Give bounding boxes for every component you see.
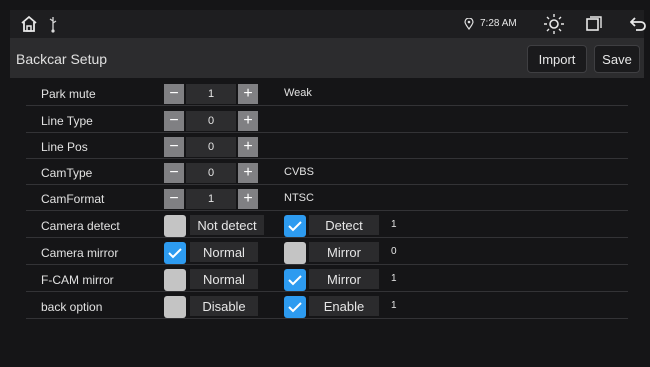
checkmark-icon	[288, 275, 302, 286]
count-value: 1	[391, 219, 397, 230]
checkbox[interactable]	[164, 215, 186, 237]
screen: 7:28 AM Backcar Setup Import Save Park m…	[0, 0, 650, 367]
setting-row-fcam-mirror: F-CAM mirror Normal Mirror 1	[26, 267, 628, 292]
checkmark-icon	[168, 248, 182, 259]
setting-label: CamType	[41, 166, 93, 180]
setting-row-camera-detect: Camera detect Not detect Detect 1	[26, 213, 628, 238]
setting-label: F-CAM mirror	[41, 273, 114, 287]
status-bar: 7:28 AM	[10, 10, 646, 39]
checkbox[interactable]	[284, 242, 306, 264]
setting-row-cam-format: CamFormat − 1 + NTSC	[26, 186, 628, 211]
setting-label: CamFormat	[41, 192, 105, 206]
checkbox[interactable]	[284, 215, 306, 237]
option-label[interactable]: Enable	[309, 296, 379, 316]
setting-label: Line Pos	[41, 140, 88, 154]
checkmark-icon	[288, 302, 302, 313]
stepper-value: 1	[186, 84, 236, 104]
setting-row-park-mute: Park mute − 1 + Weak	[26, 81, 628, 106]
setting-value-text: CVBS	[284, 166, 314, 178]
status-time: 7:28 AM	[480, 18, 517, 29]
windows-icon[interactable]	[586, 16, 602, 32]
setting-row-line-type: Line Type − 0 +	[26, 108, 628, 133]
page-title: Backcar Setup	[16, 51, 108, 67]
option-label[interactable]: Not detect	[190, 215, 264, 235]
plus-button[interactable]: +	[238, 111, 258, 131]
checkbox[interactable]	[164, 296, 186, 318]
option-label[interactable]: Mirror	[309, 269, 379, 289]
count-value: 1	[391, 300, 397, 311]
checkbox[interactable]	[164, 269, 186, 291]
stepper-value: 0	[186, 163, 236, 183]
setting-row-cam-type: CamType − 0 + CVBS	[26, 160, 628, 185]
usb-icon	[49, 17, 57, 33]
save-button[interactable]: Save	[594, 45, 640, 73]
setting-value-text: Weak	[284, 87, 312, 99]
setting-row-camera-mirror: Camera mirror Normal Mirror 0	[26, 240, 628, 265]
settings-list: Park mute − 1 + Weak Line Type − 0 + Lin…	[10, 78, 644, 360]
option-label[interactable]: Normal	[190, 242, 258, 262]
minus-button[interactable]: −	[164, 84, 184, 104]
checkmark-icon	[288, 221, 302, 232]
minus-button[interactable]: −	[164, 163, 184, 183]
location-icon	[464, 18, 474, 30]
checkbox[interactable]	[284, 296, 306, 318]
setting-label: Camera detect	[41, 219, 120, 233]
count-value: 0	[391, 246, 397, 257]
plus-button[interactable]: +	[238, 163, 258, 183]
plus-button[interactable]: +	[238, 189, 258, 209]
count-value: 1	[391, 273, 397, 284]
stepper-value: 1	[186, 189, 236, 209]
option-label[interactable]: Normal	[190, 269, 258, 289]
checkbox[interactable]	[164, 242, 186, 264]
checkbox[interactable]	[284, 269, 306, 291]
plus-button[interactable]: +	[238, 84, 258, 104]
plus-button[interactable]: +	[238, 137, 258, 157]
stepper-value: 0	[186, 111, 236, 131]
setting-label: Camera mirror	[41, 246, 119, 260]
option-label[interactable]: Disable	[190, 296, 258, 316]
setting-row-line-pos: Line Pos − 0 +	[26, 134, 628, 159]
setting-label: Park mute	[41, 87, 96, 101]
brightness-icon[interactable]	[543, 13, 565, 35]
setting-value-text: NTSC	[284, 192, 314, 204]
setting-label: back option	[41, 300, 103, 314]
setting-row-back-option: back option Disable Enable 1	[26, 294, 628, 319]
minus-button[interactable]: −	[164, 137, 184, 157]
option-label[interactable]: Detect	[309, 215, 379, 235]
import-button[interactable]: Import	[527, 45, 587, 73]
stepper-value: 0	[186, 137, 236, 157]
setting-label: Line Type	[41, 114, 93, 128]
title-bar: Backcar Setup Import Save	[10, 38, 644, 78]
option-label[interactable]: Mirror	[309, 242, 379, 262]
home-icon[interactable]	[20, 15, 38, 33]
back-icon[interactable]	[630, 17, 646, 31]
minus-button[interactable]: −	[164, 189, 184, 209]
minus-button[interactable]: −	[164, 111, 184, 131]
